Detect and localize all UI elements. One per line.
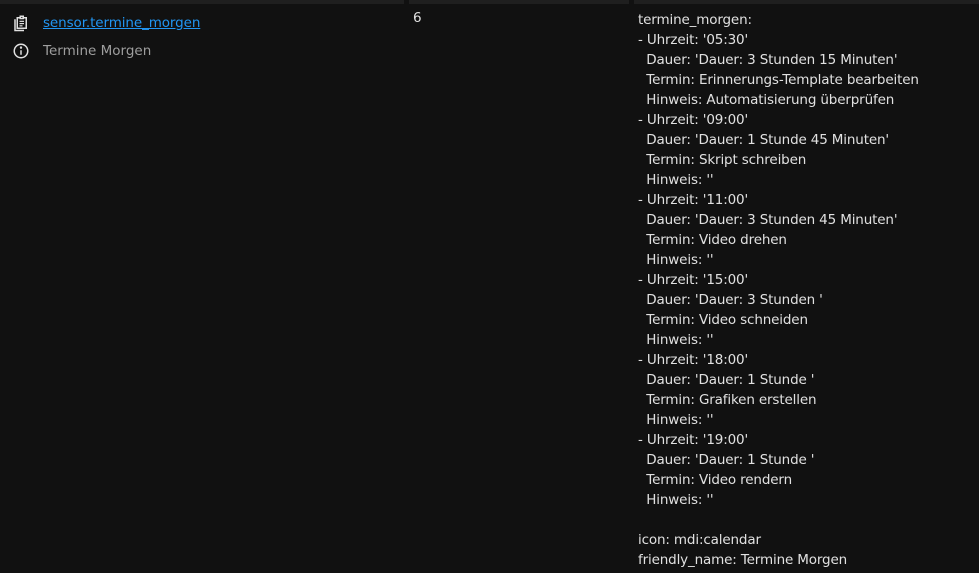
attribute-line: Termin: Video rendern	[638, 472, 792, 488]
state-value: 6	[413, 10, 422, 26]
entity-id-row[interactable]: sensor.termine_morgen	[12, 12, 392, 34]
attribute-line: Dauer: 'Dauer: 3 Stunden 45 Minuten'	[638, 212, 898, 228]
friendly-name-label: Termine Morgen	[43, 43, 152, 59]
entity-cell: sensor.termine_morgen Termine Morgen	[12, 12, 392, 62]
attribute-line: Hinweis: ''	[638, 412, 714, 428]
attribute-line: Dauer: 'Dauer: 1 Stunde '	[638, 372, 815, 388]
attribute-line: - Uhrzeit: '18:00'	[638, 352, 749, 368]
attribute-line: - Uhrzeit: '15:00'	[638, 272, 749, 288]
attribute-line: termine_morgen:	[638, 12, 752, 28]
attribute-line: icon: mdi:calendar	[638, 532, 761, 548]
attribute-line: Dauer: 'Dauer: 3 Stunden '	[638, 292, 823, 308]
attribute-line: Hinweis: ''	[638, 172, 714, 188]
attribute-line: - Uhrzeit: '19:00'	[638, 432, 749, 448]
attribute-line: Termin: Skript schreiben	[638, 152, 807, 168]
attribute-line: Hinweis: ''	[638, 332, 714, 348]
attribute-line: - Uhrzeit: '09:00'	[638, 112, 749, 128]
attributes-block: termine_morgen: - Uhrzeit: '05:30' Dauer:…	[638, 10, 978, 570]
column-header-state	[409, 0, 629, 4]
attribute-line: Dauer: 'Dauer: 1 Stunde '	[638, 452, 815, 468]
info-circle-icon[interactable]	[12, 42, 30, 60]
attribute-line: friendly_name: Termine Morgen	[638, 552, 848, 568]
attribute-line: Termin: Video drehen	[638, 232, 787, 248]
states-table: sensor.termine_morgen Termine Morgen 6 t…	[0, 0, 979, 573]
friendly-name-row: Termine Morgen	[12, 40, 392, 62]
column-header-attributes	[634, 0, 979, 4]
attribute-line	[638, 510, 978, 530]
attribute-line: Termin: Grafiken erstellen	[638, 392, 817, 408]
clipboard-list-icon[interactable]	[12, 14, 30, 32]
attribute-line: Termin: Erinnerungs-Template bearbeiten	[638, 72, 919, 88]
attribute-line: Dauer: 'Dauer: 1 Stunde 45 Minuten'	[638, 132, 889, 148]
column-header-entity	[0, 0, 404, 4]
entity-id-link[interactable]: sensor.termine_morgen	[43, 15, 200, 31]
attribute-line: - Uhrzeit: '05:30'	[638, 32, 749, 48]
attribute-line: Hinweis: ''	[638, 252, 714, 268]
attribute-line: Termin: Video schneiden	[638, 312, 808, 328]
attribute-line: Hinweis: Automatisierung überprüfen	[638, 92, 895, 108]
attribute-line: - Uhrzeit: '11:00'	[638, 192, 749, 208]
attribute-line: Hinweis: ''	[638, 492, 714, 508]
attribute-line: Dauer: 'Dauer: 3 Stunden 15 Minuten'	[638, 52, 898, 68]
